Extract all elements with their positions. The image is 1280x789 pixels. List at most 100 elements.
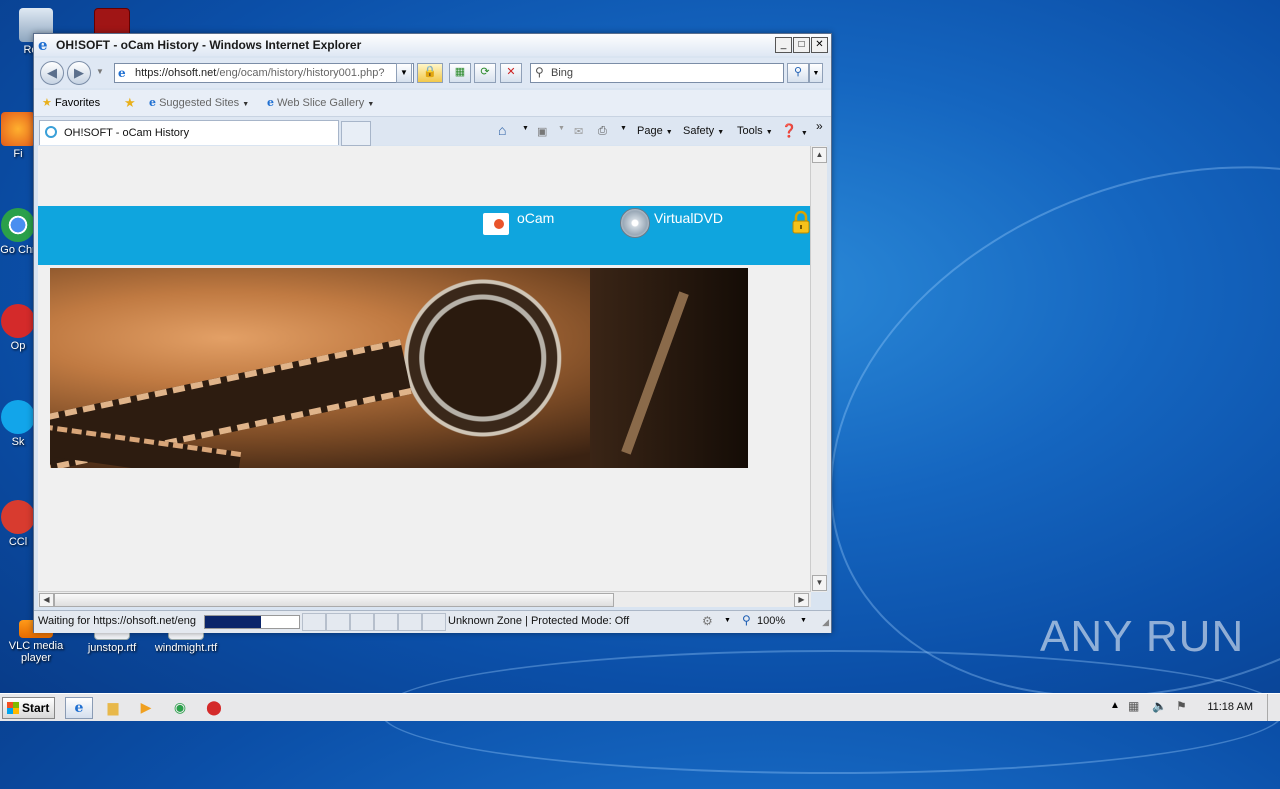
desktop-icon-label: junstop.rtf	[87, 642, 137, 654]
feeds-dropdown[interactable]: ▼	[558, 125, 565, 132]
taskbar-ie[interactable]: e	[65, 697, 93, 719]
security-zone-text[interactable]: Unknown Zone | Protected Mode: Off	[448, 615, 629, 627]
chevron-down-icon[interactable]: ▼	[724, 617, 731, 624]
address-bar[interactable]: e https://ohsoft.net/eng/ocam/history/hi…	[114, 63, 414, 83]
read-mail-button[interactable]: ✉	[574, 125, 583, 138]
loading-progress-bar	[204, 615, 300, 629]
status-segment	[374, 613, 398, 631]
volume-icon[interactable]: 🔈	[1152, 699, 1167, 713]
page-menu[interactable]: Page ▼	[637, 125, 673, 137]
home-button[interactable]: ⌂	[498, 122, 506, 138]
taskbar-chrome[interactable]: ◉	[167, 697, 193, 717]
tab-row: OH!SOFT - oCam History ⌂ ▼ ▣ ▼ ✉ ⎙ ▼ Pag…	[34, 117, 831, 146]
network-icon[interactable]: ▦	[1128, 699, 1139, 713]
refresh-button[interactable]: ⟳	[474, 63, 496, 83]
taskbar-media-player[interactable]: ▶	[133, 697, 159, 717]
maximize-button[interactable]: □	[793, 37, 810, 53]
feeds-button[interactable]: ▣	[537, 125, 547, 138]
dvd-disc-icon	[620, 208, 650, 238]
forward-button[interactable]: ▶	[67, 61, 91, 85]
lock-icon: 🔒	[423, 66, 437, 78]
chrome-icon: ◉	[173, 699, 187, 715]
system-tray: ▲ ▦ 🔈 ⚑ 11:18 AM	[1104, 694, 1280, 721]
horizontal-scrollbar[interactable]: ◀ ▶	[38, 591, 811, 607]
search-button[interactable]: ⚲	[787, 63, 809, 83]
folder-icon: ▆	[107, 699, 119, 715]
clock[interactable]: 11:18 AM	[1207, 701, 1253, 713]
media-player-icon: ▶	[140, 699, 152, 715]
security-lock-button[interactable]: 🔒	[417, 63, 443, 83]
tools-menu[interactable]: Tools ▼	[737, 125, 773, 137]
search-input[interactable]: ⚲ Bing	[530, 63, 784, 83]
history-dropdown-icon[interactable]: ▼	[96, 67, 104, 76]
anyrun-watermark: ANY RUN	[1040, 612, 1245, 661]
taskbar-explorer[interactable]: ▆	[100, 697, 126, 717]
status-segment	[422, 613, 446, 631]
status-segment	[302, 613, 326, 631]
nav-link-virtualdvd[interactable]: VirtualDVD	[654, 210, 723, 226]
vertical-scrollbar[interactable]: ▲ ▼	[810, 146, 827, 592]
tools-menu-label: Tools	[737, 125, 763, 137]
skype-icon	[1, 400, 35, 434]
suggested-sites-link[interactable]: e Suggested Sites ▼	[149, 96, 249, 109]
show-hidden-icons-icon[interactable]: ▲	[1110, 700, 1120, 711]
camera-bellows-graphic	[590, 268, 748, 468]
nav-link-ocam[interactable]: oCam	[517, 210, 554, 226]
scroll-right-button[interactable]: ▶	[794, 593, 809, 607]
padlock-icon[interactable]	[792, 210, 810, 234]
address-row: ◀ ▶ ▼ e https://ohsoft.net/eng/ocam/hist…	[34, 58, 831, 88]
web-slice-gallery-link[interactable]: e Web Slice Gallery ▼	[267, 96, 374, 109]
search-placeholder: Bing	[551, 67, 574, 79]
resize-grip-icon[interactable]: ◢	[822, 617, 829, 628]
add-to-favorites-icon[interactable]: ★	[124, 95, 136, 111]
chevron-down-icon: ▼	[400, 68, 408, 77]
print-button[interactable]: ⎙	[598, 125, 607, 138]
help-button[interactable]: ❓ ▼	[781, 123, 808, 139]
print-dropdown[interactable]: ▼	[620, 125, 627, 132]
back-button[interactable]: ◀	[40, 61, 64, 85]
tab-label: OH!SOFT - oCam History	[64, 127, 190, 139]
favorites-button[interactable]: ★ Favorites	[42, 96, 100, 109]
address-url: https://ohsoft.net/eng/ocam/history/hist…	[135, 67, 385, 79]
zoom-level[interactable]: 100%	[757, 615, 785, 627]
close-button[interactable]: ✕	[811, 37, 828, 53]
compatibility-view-button[interactable]: ▦	[449, 63, 471, 83]
ie-logo-icon: e	[38, 36, 48, 54]
home-dropdown[interactable]: ▼	[522, 125, 529, 132]
scroll-up-button[interactable]: ▲	[812, 147, 827, 163]
chrome-icon	[1, 208, 35, 242]
stop-button[interactable]: ✕	[500, 63, 522, 83]
suggested-sites-label: Suggested Sites	[159, 97, 240, 109]
ocam-logo-icon	[483, 213, 509, 235]
camera-banner-image	[50, 268, 748, 468]
show-desktop-button[interactable]	[1267, 694, 1280, 721]
printer-icon: ⎙	[598, 125, 607, 137]
chevron-down-icon[interactable]: ▼	[800, 617, 807, 624]
ccleaner-icon	[1, 500, 35, 534]
protected-mode-icon[interactable]: ⚙	[702, 614, 713, 628]
more-commands-icon[interactable]: »	[816, 119, 823, 133]
scroll-left-button[interactable]: ◀	[39, 593, 54, 607]
zoom-icon: ⚲	[742, 613, 751, 627]
minimize-button[interactable]: _	[775, 37, 792, 53]
start-button[interactable]: Start	[2, 697, 55, 719]
desktop-icon-label: windmight.rtf	[154, 642, 218, 654]
desktop-icon-label: CCl	[8, 536, 28, 548]
search-options-button[interactable]: ▼	[809, 63, 823, 83]
status-segment	[398, 613, 422, 631]
desktop-icon-label: Fi	[13, 148, 23, 160]
safety-menu[interactable]: Safety ▼	[683, 125, 724, 137]
action-center-flag-icon[interactable]: ⚑	[1176, 699, 1187, 713]
new-tab-button[interactable]	[341, 121, 371, 146]
home-icon: ⌂	[498, 122, 507, 138]
taskbar-opera[interactable]: ⬤	[201, 697, 227, 717]
title-bar[interactable]: e OH!SOFT - oCam History - Windows Inter…	[34, 34, 831, 56]
address-dropdown-button[interactable]: ▼	[396, 63, 412, 83]
compatibility-icon: ▦	[454, 66, 466, 78]
back-arrow-icon: ◀	[47, 65, 57, 80]
tab-ohsoft-ocam-history[interactable]: OH!SOFT - oCam History	[39, 120, 339, 145]
horizontal-scroll-thumb[interactable]	[54, 593, 614, 607]
scroll-down-button[interactable]: ▼	[812, 575, 827, 591]
url-host: https://ohsoft.net	[135, 67, 217, 79]
stop-icon: ✕	[506, 66, 516, 78]
